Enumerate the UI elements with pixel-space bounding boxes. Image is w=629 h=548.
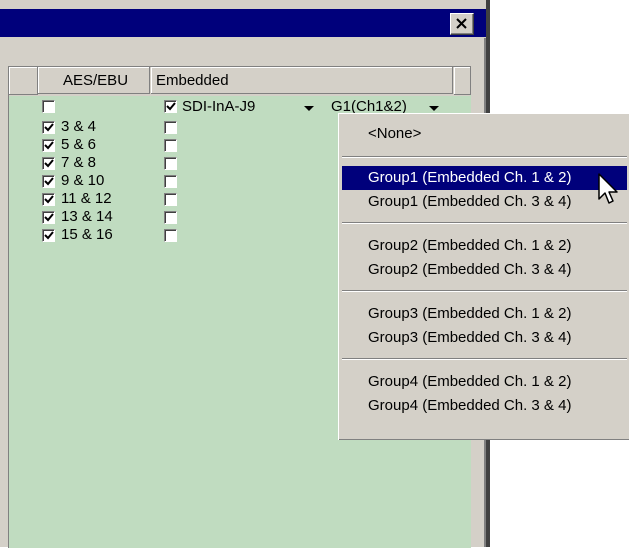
title-bar[interactable] (0, 9, 486, 37)
aes-checkbox-row-3[interactable] (42, 139, 55, 152)
column-header-aes-ebu[interactable]: AES/EBU (38, 67, 150, 94)
mouse-pointer-icon (598, 173, 618, 204)
menu-item-none[interactable]: <None> (342, 122, 627, 146)
menu-item-group1-ch3-4[interactable]: Group1 (Embedded Ch. 3 & 4) (342, 190, 627, 214)
aes-checkbox-row-7[interactable] (42, 211, 55, 224)
check-icon (44, 123, 54, 132)
menu-separator (342, 156, 627, 158)
column-header-filler (454, 67, 471, 95)
column-header-embedded[interactable]: Embedded (151, 67, 453, 94)
menu-separator (342, 290, 627, 292)
aes-checkbox-row-2[interactable] (42, 121, 55, 134)
embedded-source[interactable]: SDI-InA-J9 (182, 99, 255, 115)
menu-separator (342, 358, 627, 360)
aes-checkbox-row-8[interactable] (42, 229, 55, 242)
source-dropdown-arrow-icon[interactable] (304, 106, 314, 111)
aes-checkbox-row-6[interactable] (42, 193, 55, 206)
aes-checkbox-row-1[interactable] (42, 100, 55, 113)
aes-pair-label: 13 & 14 (61, 208, 113, 225)
column-header-blank[interactable] (9, 67, 38, 95)
close-button[interactable] (450, 13, 474, 35)
check-icon (44, 177, 54, 186)
embedded-checkbox-row-5[interactable] (164, 175, 177, 188)
check-icon (44, 195, 54, 204)
embedded-checkbox-row-3[interactable] (164, 139, 177, 152)
embedded-checkbox-row-8[interactable] (164, 229, 177, 242)
menu-item-group1-ch1-2[interactable]: Group1 (Embedded Ch. 1 & 2) (342, 166, 627, 190)
check-icon (44, 159, 54, 168)
menu-item-group3-ch1-2[interactable]: Group3 (Embedded Ch. 1 & 2) (342, 302, 627, 326)
menu-item-group2-ch1-2[interactable]: Group2 (Embedded Ch. 1 & 2) (342, 234, 627, 258)
embedded-checkbox-row-6[interactable] (164, 193, 177, 206)
check-icon (44, 141, 54, 150)
check-icon (44, 231, 54, 240)
aes-pair-label: 3 & 4 (61, 118, 97, 135)
check-icon (44, 213, 54, 222)
menu-item-group4-ch1-2[interactable]: Group4 (Embedded Ch. 1 & 2) (342, 370, 627, 394)
embedded-checkbox-row-2[interactable] (164, 121, 177, 134)
menu-separator (342, 222, 627, 224)
close-icon (456, 18, 467, 29)
aes-checkbox-row-4[interactable] (42, 157, 55, 170)
aes-pair-label: 7 & 8 (61, 154, 97, 171)
aes-pair-label: 11 & 12 (61, 190, 112, 207)
group-dropdown-arrow-icon[interactable] (429, 106, 439, 111)
aes-pair-label: 9 & 10 (61, 172, 105, 189)
embedded-checkbox-row-4[interactable] (164, 157, 177, 170)
embedded-checkbox-row-1[interactable] (164, 100, 177, 113)
aes-checkbox-row-5[interactable] (42, 175, 55, 188)
embedded-group-dropdown-menu: <None> Group1 (Embedded Ch. 1 & 2) Group… (338, 113, 629, 440)
check-icon (166, 102, 176, 111)
column-header: AES/EBU Embedded (9, 67, 471, 96)
embedded-checkbox-row-7[interactable] (164, 211, 177, 224)
aes-pair-label: 15 & 16 (61, 226, 113, 243)
menu-item-group4-ch3-4[interactable]: Group4 (Embedded Ch. 3 & 4) (342, 394, 627, 418)
menu-item-group3-ch3-4[interactable]: Group3 (Embedded Ch. 3 & 4) (342, 326, 627, 350)
menu-item-group2-ch3-4[interactable]: Group2 (Embedded Ch. 3 & 4) (342, 258, 627, 282)
aes-pair-label: 5 & 6 (61, 136, 97, 153)
